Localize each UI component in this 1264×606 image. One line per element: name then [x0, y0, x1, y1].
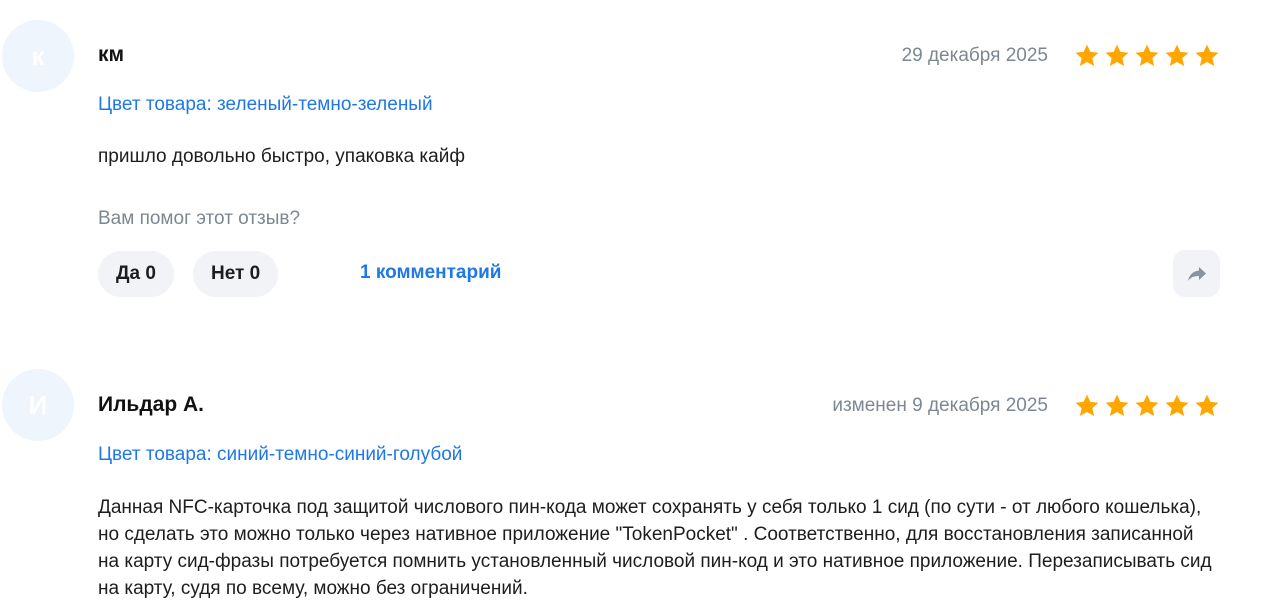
star-icon — [1165, 44, 1189, 67]
review-date: 29 декабря 2025 — [901, 45, 1048, 66]
comments-link[interactable]: 1 комментарий — [360, 262, 501, 284]
review-date: изменен 9 декабря 2025 — [832, 395, 1048, 416]
star-icon — [1165, 394, 1189, 417]
star-icon — [1075, 44, 1099, 67]
product-color: Цвет товара: зеленый-темно-зеленый — [98, 94, 433, 115]
avatar-letter: к — [31, 40, 45, 71]
star-icon — [1135, 44, 1159, 67]
avatar-letter: И — [28, 389, 48, 420]
star-icon — [1195, 394, 1219, 417]
rating-stars — [1073, 42, 1221, 70]
star-icon — [1105, 394, 1129, 417]
share-icon — [1187, 266, 1206, 281]
rating-stars — [1073, 392, 1221, 420]
star-icon — [1195, 44, 1219, 67]
star-icon — [1105, 44, 1129, 67]
vote-no-button[interactable]: Нет 0 — [193, 251, 279, 297]
share-button[interactable] — [1173, 250, 1220, 297]
avatar: И — [2, 369, 74, 441]
avatar: к — [2, 20, 74, 92]
helpful-question: Вам помог этот отзыв? — [98, 208, 301, 229]
review-text: пришло довольно быстро, упаковка кайф — [98, 146, 465, 167]
vote-yes-button[interactable]: Да 0 — [98, 251, 174, 297]
review-text: Данная NFC-карточка под защитой числовог… — [98, 497, 1212, 599]
product-color: Цвет товара: синий-темно-синий-голубой — [98, 444, 463, 465]
review-author: км — [98, 43, 125, 66]
star-icon — [1075, 394, 1099, 417]
review-author: Ильдар А. — [98, 393, 205, 416]
star-icon — [1135, 394, 1159, 417]
